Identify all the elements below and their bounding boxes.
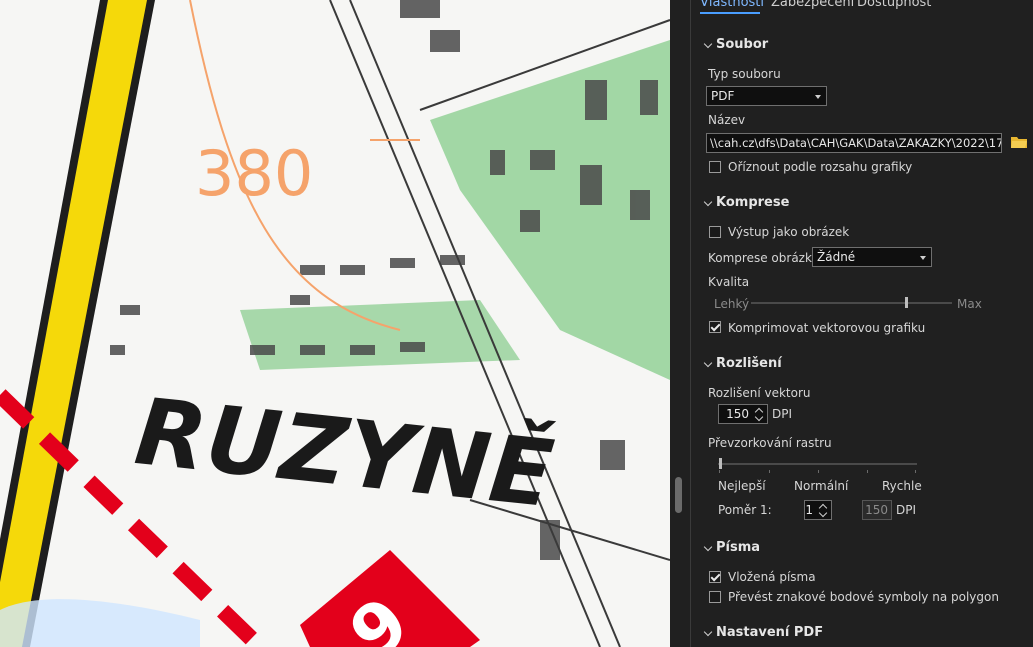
ratio-label: Poměr 1: — [718, 503, 772, 517]
quality-slider-track[interactable] — [751, 302, 952, 304]
clip-to-graphics-checkbox[interactable] — [709, 161, 721, 173]
resample-slider-track[interactable] — [718, 463, 917, 465]
resample-tick — [769, 470, 770, 473]
active-tab-indicator — [700, 12, 760, 14]
ratio-dpi-input: 150 — [862, 500, 892, 520]
quality-label: Kvalita — [708, 275, 750, 289]
image-compression-value: Žádné — [817, 250, 856, 264]
section-pisma-title[interactable]: Písma — [716, 540, 760, 555]
section-soubor-title[interactable]: Soubor — [716, 37, 768, 52]
ratio-value: 1 — [805, 503, 813, 517]
vector-resolution-input[interactable]: 150 — [718, 404, 768, 424]
image-compression-select[interactable]: Žádné — [812, 247, 932, 267]
raster-resample-label: Převzorkování rastru — [708, 436, 832, 450]
tab-properties[interactable]: Vlastnosti — [700, 0, 764, 10]
dropdown-arrow-icon — [815, 95, 821, 99]
ratio-dpi-unit: DPI — [896, 503, 917, 517]
image-compression-label: Komprese obrázků — [708, 251, 820, 265]
convert-symbols-label[interactable]: Převést znakové bodové symboly na polygo… — [728, 590, 999, 604]
vector-dpi-unit: DPI — [772, 407, 793, 421]
scrollbar[interactable] — [670, 0, 690, 647]
map-view[interactable]: 380 9 RUZYNĚ — [0, 0, 670, 647]
scrollbar-thumb[interactable] — [675, 477, 682, 513]
quality-max-label: Max — [957, 297, 982, 311]
section-rozliseni-title[interactable]: Rozlišení — [716, 356, 782, 371]
vector-resolution-value: 150 — [726, 407, 749, 421]
spinner-buttons[interactable] — [818, 502, 829, 518]
ratio-input[interactable]: 1 — [804, 500, 832, 520]
panel-divider — [690, 0, 691, 647]
folder-icon[interactable] — [1011, 136, 1027, 148]
resample-tick — [915, 470, 916, 473]
contour-label: 380 — [195, 137, 313, 210]
file-type-select[interactable]: PDF — [706, 86, 827, 106]
resample-slider-thumb[interactable] — [719, 458, 722, 469]
compress-vector-checkbox[interactable] — [709, 321, 721, 333]
compress-vector-label[interactable]: Komprimovat vektorovou grafiku — [728, 321, 925, 335]
tab-security[interactable]: Zabezpečení — [771, 0, 854, 10]
resample-fast-label: Rychle — [882, 479, 922, 493]
resample-normal-label: Normální — [794, 479, 849, 493]
resample-tick — [818, 470, 819, 473]
vector-resolution-label: Rozlišení vektoru — [708, 386, 811, 400]
quality-slider-thumb[interactable] — [905, 297, 909, 308]
convert-symbols-checkbox[interactable] — [709, 591, 721, 603]
section-pdf-settings-title[interactable]: Nastavení PDF — [716, 625, 823, 640]
spin-down-icon[interactable] — [818, 508, 828, 518]
clip-to-graphics-label[interactable]: Oříznout podle rozsahu grafiky — [728, 160, 912, 174]
section-komprese-title[interactable]: Komprese — [716, 195, 789, 210]
embed-fonts-checkbox[interactable] — [709, 571, 721, 583]
resample-tick — [867, 470, 868, 473]
output-as-image-label[interactable]: Výstup jako obrázek — [728, 225, 849, 239]
file-type-value: PDF — [711, 89, 735, 103]
spinner-buttons[interactable] — [754, 406, 765, 422]
dropdown-arrow-icon — [920, 256, 926, 260]
quality-min-label: Lehký — [714, 297, 750, 311]
file-type-label: Typ souboru — [708, 67, 781, 81]
resample-best-label: Nejlepší — [718, 479, 766, 493]
embed-fonts-label[interactable]: Vložená písma — [728, 570, 816, 584]
file-path-input[interactable]: \\cah.cz\dfs\Data\CAH\GAK\Data\ZAKAZKY\2… — [706, 133, 1002, 153]
output-as-image-checkbox[interactable] — [709, 226, 721, 238]
spin-down-icon[interactable] — [754, 412, 764, 422]
resample-tick — [719, 470, 720, 473]
tab-accessibility[interactable]: Dostupnost — [857, 0, 931, 10]
name-label: Název — [708, 113, 746, 127]
map-canvas: 380 9 RUZYNĚ — [0, 0, 670, 647]
